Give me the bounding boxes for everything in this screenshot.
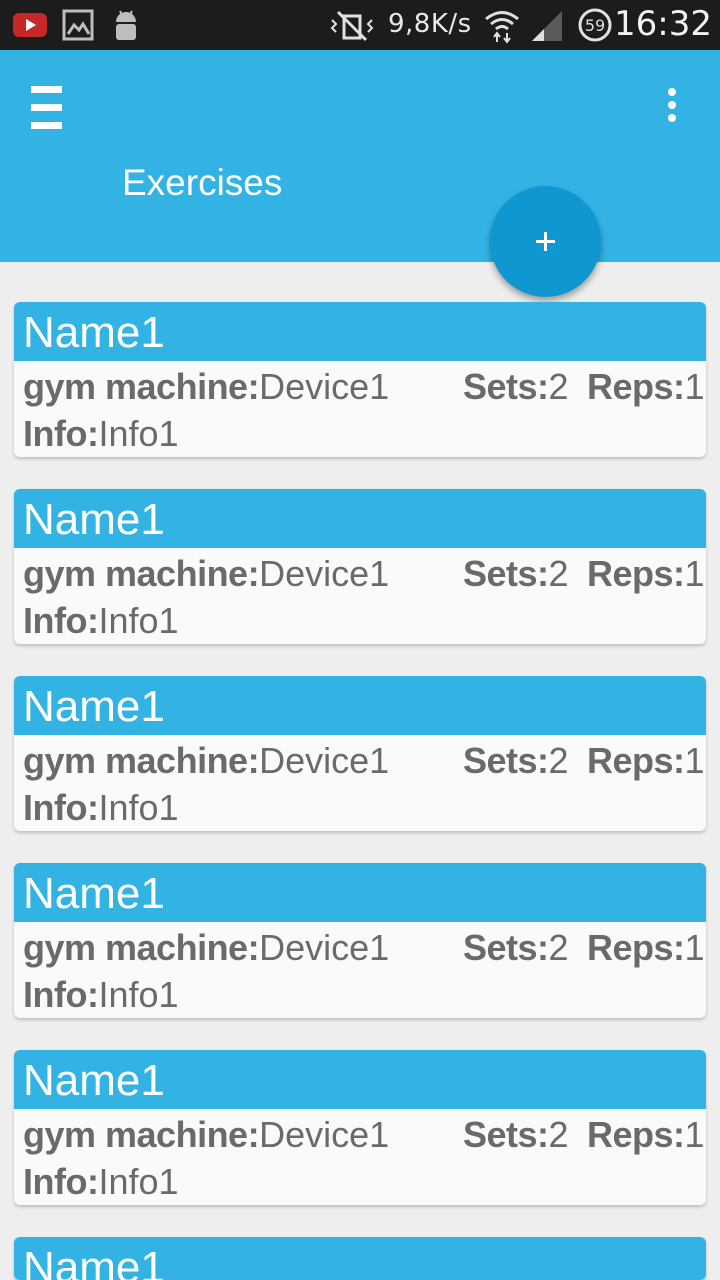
sets-label: Sets:: [463, 927, 549, 968]
card-header: Name1: [14, 1237, 706, 1280]
reps-row: Reps:1: [587, 554, 705, 594]
network-speed: 9,8K/s: [388, 9, 472, 39]
sets-row: Sets:2: [463, 928, 569, 968]
exercise-name: Name1: [23, 1243, 165, 1280]
add-exercise-button[interactable]: [490, 186, 601, 297]
card-header: Name1: [14, 302, 706, 361]
info-row: Info:Info1: [23, 601, 179, 641]
info-label: Info:: [23, 413, 99, 454]
gym-machine-value: Device1: [259, 927, 390, 968]
reps-label: Reps:: [587, 927, 685, 968]
info-row: Info:Info1: [23, 975, 179, 1015]
youtube-icon: [13, 13, 47, 37]
exercise-card[interactable]: Name1 gym machine:Device1 Sets:2 Reps:1 …: [14, 302, 706, 457]
reps-value: 1: [684, 366, 705, 407]
exercise-card[interactable]: Name1 gym machine:Device1 Sets:2 Reps:1 …: [14, 489, 706, 644]
gym-machine-row: gym machine:Device1: [23, 554, 389, 594]
reps-row: Reps:1: [587, 367, 705, 407]
wifi-icon: [485, 11, 519, 44]
gym-machine-label: gym machine:: [23, 553, 260, 594]
reps-label: Reps:: [587, 740, 685, 781]
overflow-menu-icon[interactable]: [656, 86, 688, 126]
info-label: Info:: [23, 1161, 99, 1202]
gallery-icon: [62, 9, 94, 41]
exercise-name: Name1: [23, 308, 165, 357]
info-value: Info1: [98, 787, 179, 828]
exercise-card[interactable]: Name1 gym machine:Device1 Sets:2 Reps:1 …: [14, 863, 706, 1018]
gym-machine-value: Device1: [259, 740, 390, 781]
reps-value: 1: [684, 553, 705, 594]
gym-machine-label: gym machine:: [23, 740, 260, 781]
android-debug-icon: [116, 10, 136, 40]
sets-value: 2: [548, 740, 569, 781]
gym-machine-row: gym machine:Device1: [23, 741, 389, 781]
reps-label: Reps:: [587, 366, 685, 407]
card-header: Name1: [14, 863, 706, 922]
page-title: Exercises: [122, 162, 283, 203]
info-value: Info1: [98, 1161, 179, 1202]
info-row: Info:Info1: [23, 414, 179, 454]
gym-machine-row: gym machine:Device1: [23, 367, 389, 407]
exercise-name: Name1: [23, 869, 165, 918]
exercise-name: Name1: [23, 495, 165, 544]
sets-label: Sets:: [463, 553, 549, 594]
sets-row: Sets:2: [463, 741, 569, 781]
exercise-card[interactable]: Name1 gym machine:Device1 Sets:2 Reps:1 …: [14, 1050, 706, 1205]
gym-machine-value: Device1: [259, 1114, 390, 1155]
info-label: Info:: [23, 600, 99, 641]
exercise-name: Name1: [23, 682, 165, 731]
reps-row: Reps:1: [587, 741, 705, 781]
status-bar: 9,8K/s 59 16:32: [0, 0, 720, 50]
sets-label: Sets:: [463, 366, 549, 407]
reps-value: 1: [684, 1114, 705, 1155]
reps-value: 1: [684, 927, 705, 968]
card-header: Name1: [14, 1050, 706, 1109]
sets-value: 2: [548, 366, 569, 407]
reps-label: Reps:: [587, 1114, 685, 1155]
reps-row: Reps:1: [587, 1115, 705, 1155]
gym-machine-label: gym machine:: [23, 366, 260, 407]
sets-value: 2: [548, 927, 569, 968]
sets-value: 2: [548, 1114, 569, 1155]
app-bar: Exercises: [0, 50, 720, 262]
info-label: Info:: [23, 974, 99, 1015]
gym-machine-label: gym machine:: [23, 1114, 260, 1155]
gym-machine-row: gym machine:Device1: [23, 1115, 389, 1155]
gym-machine-label: gym machine:: [23, 927, 260, 968]
sets-value: 2: [548, 553, 569, 594]
gym-machine-value: Device1: [259, 553, 390, 594]
exercise-card[interactable]: Name1 gym machine:Device1 Sets:2 Reps:1 …: [14, 676, 706, 831]
exercise-card[interactable]: Name1: [14, 1237, 706, 1280]
info-label: Info:: [23, 787, 99, 828]
info-value: Info1: [98, 600, 179, 641]
sets-row: Sets:2: [463, 1115, 569, 1155]
reps-value: 1: [684, 740, 705, 781]
sets-row: Sets:2: [463, 367, 569, 407]
reps-label: Reps:: [587, 553, 685, 594]
gym-machine-value: Device1: [259, 366, 390, 407]
info-row: Info:Info1: [23, 788, 179, 828]
info-value: Info1: [98, 974, 179, 1015]
sets-row: Sets:2: [463, 554, 569, 594]
sets-label: Sets:: [463, 740, 549, 781]
menu-icon[interactable]: [31, 86, 63, 130]
sets-label: Sets:: [463, 1114, 549, 1155]
vibrate-mute-icon: [330, 10, 374, 42]
reps-row: Reps:1: [587, 928, 705, 968]
gym-machine-row: gym machine:Device1: [23, 928, 389, 968]
signal-icon: [532, 11, 562, 41]
battery-icon: 59: [578, 8, 612, 42]
exercise-name: Name1: [23, 1056, 165, 1105]
battery-level: 59: [585, 16, 605, 35]
info-value: Info1: [98, 413, 179, 454]
clock: 16:32: [614, 4, 712, 44]
card-header: Name1: [14, 489, 706, 548]
card-header: Name1: [14, 676, 706, 735]
info-row: Info:Info1: [23, 1162, 179, 1202]
